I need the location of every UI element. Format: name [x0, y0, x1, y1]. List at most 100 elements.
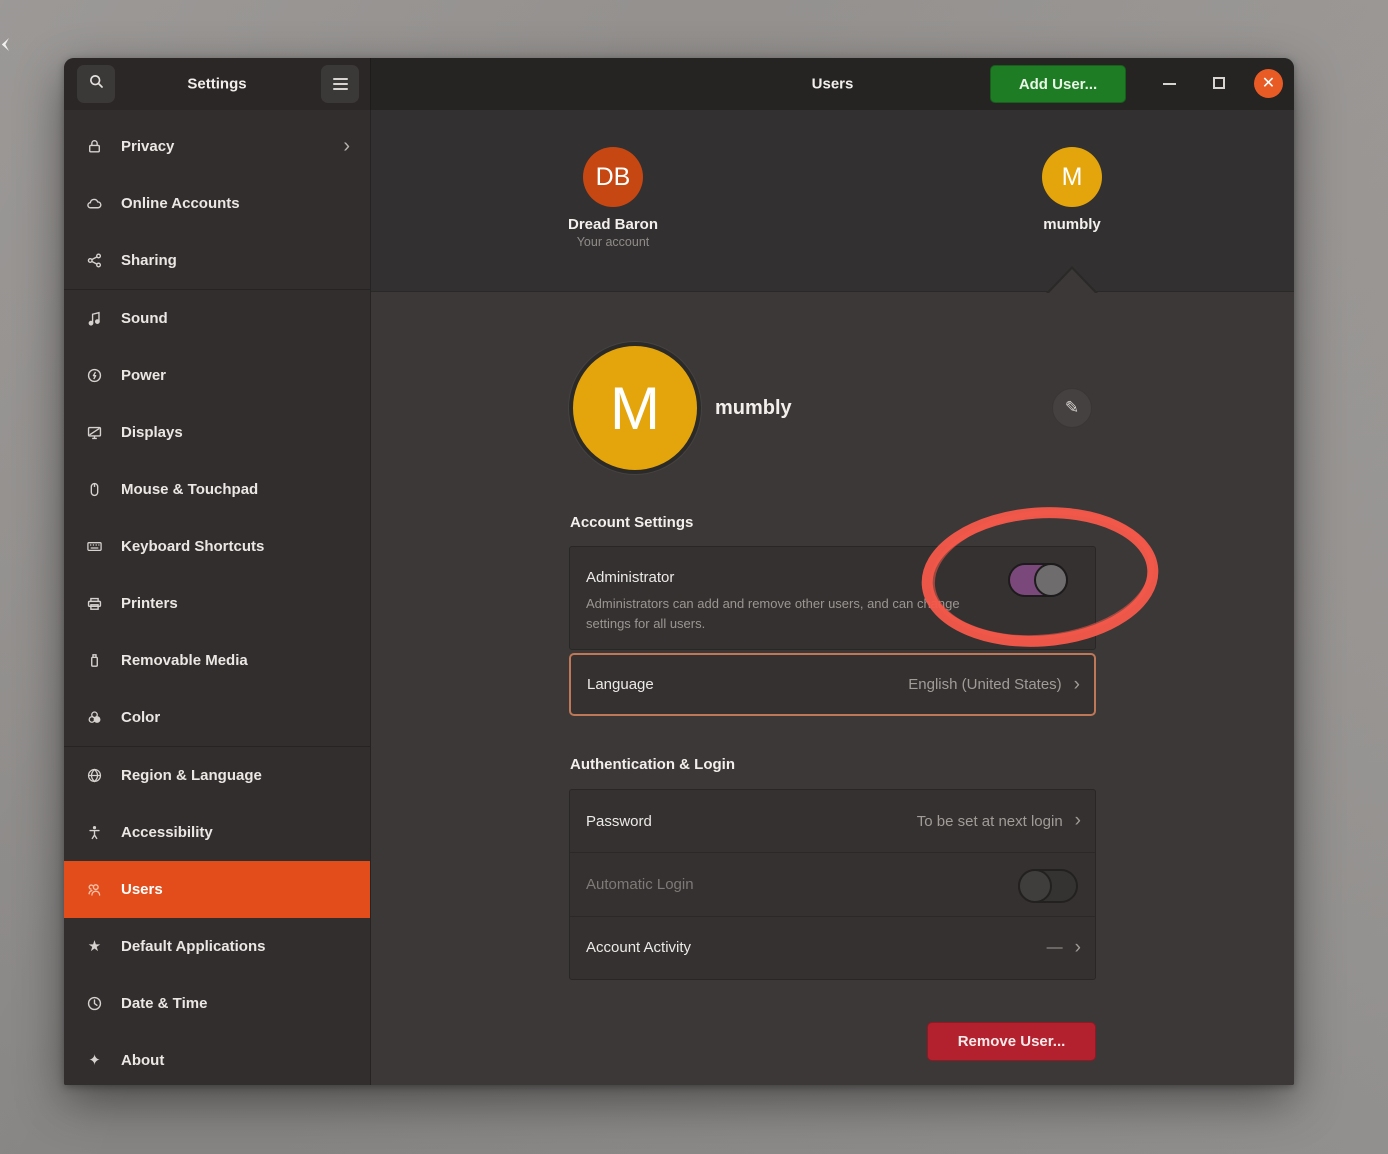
user-subtitle: Your account — [577, 235, 650, 249]
maximize-button[interactable] — [1213, 77, 1225, 89]
account-activity-value: — — [1047, 939, 1063, 957]
sidebar-item-label: Date & Time — [121, 995, 354, 1012]
sidebar-item-label: Sound — [121, 310, 354, 327]
automatic-login-toggle[interactable] — [1018, 869, 1078, 903]
keyboard-icon — [86, 538, 103, 555]
add-user-button[interactable]: Add User... — [990, 65, 1126, 103]
hamburger-icon — [333, 78, 348, 90]
printer-icon — [86, 595, 103, 612]
language-row[interactable]: Language English (United States) › — [569, 653, 1096, 716]
sidebar-item-label: Sharing — [121, 252, 354, 269]
administrator-toggle[interactable] — [1008, 563, 1068, 597]
automatic-login-label: Automatic Login — [586, 876, 1081, 893]
sidebar-item-label: Region & Language — [121, 767, 354, 784]
sidebar-item-about[interactable]: ✦ About — [64, 1032, 370, 1085]
sidebar-item-removable-media[interactable]: Removable Media — [64, 632, 370, 689]
titlebar: Settings Users Add User... ✕ — [64, 58, 1294, 110]
user-card-dread-baron[interactable]: DB Dread Baron Your account — [533, 147, 693, 249]
sidebar-item-label: About — [121, 1052, 354, 1069]
profile-username: mumbly — [715, 397, 792, 420]
sidebar-item-region-language[interactable]: Region & Language — [64, 747, 370, 804]
sidebar-item-accessibility[interactable]: Accessibility — [64, 804, 370, 861]
share-icon — [86, 252, 103, 269]
sidebar-item-date-time[interactable]: Date & Time — [64, 975, 370, 1032]
sidebar-item-users[interactable]: Users — [64, 861, 370, 918]
main-headerbar: Users Add User... ✕ — [371, 58, 1294, 110]
chevron-right-icon: › — [1074, 674, 1080, 696]
globe-icon — [86, 767, 103, 784]
minimize-button[interactable] — [1163, 83, 1176, 85]
page-title: Users — [812, 76, 854, 93]
avatar: M — [1042, 147, 1102, 207]
administrator-row: Administrator Administrators can add and… — [569, 546, 1096, 650]
chevron-right-icon: › — [343, 135, 350, 158]
rename-user-button[interactable]: ✎ — [1052, 388, 1092, 428]
settings-title: Settings — [187, 76, 246, 93]
auth-login-card: Password To be set at next login › Autom… — [569, 789, 1096, 980]
star-icon: ★ — [86, 938, 103, 955]
user-name: Dread Baron — [568, 216, 658, 233]
password-label: Password — [586, 813, 917, 830]
sidebar-item-displays[interactable]: Displays — [64, 404, 370, 461]
auth-login-heading: Authentication & Login — [570, 756, 735, 773]
sidebar-item-mouse-touchpad[interactable]: Mouse & Touchpad — [64, 461, 370, 518]
sidebar-item-label: Power — [121, 367, 354, 384]
avatar-initials: DB — [596, 163, 631, 192]
sidebar-item-sound[interactable]: Sound — [64, 290, 370, 347]
administrator-description: Administrators can add and remove other … — [586, 594, 966, 634]
close-button[interactable]: ✕ — [1254, 69, 1283, 98]
profile-avatar[interactable]: M — [569, 342, 701, 474]
search-button[interactable] — [77, 65, 115, 103]
menu-button[interactable] — [321, 65, 359, 103]
pencil-icon: ✎ — [1065, 398, 1079, 418]
cursor-artifact — [0, 38, 9, 51]
accessibility-icon — [86, 824, 103, 841]
sidebar-item-privacy[interactable]: Privacy › — [64, 118, 370, 175]
power-icon — [86, 367, 103, 384]
avatar-initial: M — [610, 374, 660, 443]
sidebar-item-label: Online Accounts — [121, 195, 354, 212]
usb-drive-icon — [86, 652, 103, 669]
lock-icon — [86, 138, 103, 155]
sidebar-item-online-accounts[interactable]: Online Accounts — [64, 175, 370, 232]
language-label: Language — [587, 676, 908, 693]
color-circles-icon — [86, 709, 103, 726]
language-value: English (United States) — [908, 676, 1061, 693]
avatar: DB — [583, 147, 643, 207]
password-row[interactable]: Password To be set at next login › — [570, 790, 1095, 852]
user-card-mumbly[interactable]: M mumbly — [992, 147, 1152, 233]
sparkle-icon: ✦ — [86, 1052, 103, 1069]
sidebar-item-label: Accessibility — [121, 824, 354, 841]
cloud-icon — [86, 195, 103, 212]
sidebar-item-sharing[interactable]: Sharing — [64, 232, 370, 289]
sidebar-headerbar: Settings — [64, 58, 371, 110]
account-activity-row[interactable]: Account Activity — › — [570, 916, 1095, 979]
chevron-right-icon: › — [1075, 810, 1081, 832]
sidebar-item-label: Default Applications — [121, 938, 354, 955]
toggle-knob — [1034, 563, 1068, 597]
sidebar-item-printers[interactable]: Printers — [64, 575, 370, 632]
sidebar-item-power[interactable]: Power — [64, 347, 370, 404]
selected-user-pointer — [1049, 269, 1095, 293]
administrator-label: Administrator — [586, 569, 674, 586]
sidebar-item-default-applications[interactable]: ★ Default Applications — [64, 918, 370, 975]
toggle-knob — [1018, 869, 1052, 903]
sidebar-item-label: Privacy — [121, 138, 343, 155]
sidebar-item-label: Color — [121, 709, 354, 726]
automatic-login-row: Automatic Login — [570, 852, 1095, 915]
user-accounts-strip: DB Dread Baron Your account M mumbly — [371, 110, 1294, 292]
remove-user-button[interactable]: Remove User... — [927, 1022, 1096, 1061]
mouse-icon — [86, 481, 103, 498]
settings-sidebar: Privacy › Online Accounts Sharing Sound — [64, 110, 371, 1085]
clock-icon — [86, 995, 103, 1012]
user-name: mumbly — [1043, 216, 1101, 233]
password-value: To be set at next login — [917, 813, 1063, 830]
desktop-background: Settings Users Add User... ✕ Privacy — [0, 0, 1388, 1154]
sidebar-item-label: Printers — [121, 595, 354, 612]
settings-window: Settings Users Add User... ✕ Privacy — [64, 58, 1294, 1085]
sidebar-item-color[interactable]: Color — [64, 689, 370, 746]
sidebar-item-label: Displays — [121, 424, 354, 441]
chevron-right-icon: › — [1075, 937, 1081, 959]
music-note-icon — [86, 310, 103, 327]
sidebar-item-keyboard-shortcuts[interactable]: Keyboard Shortcuts — [64, 518, 370, 575]
